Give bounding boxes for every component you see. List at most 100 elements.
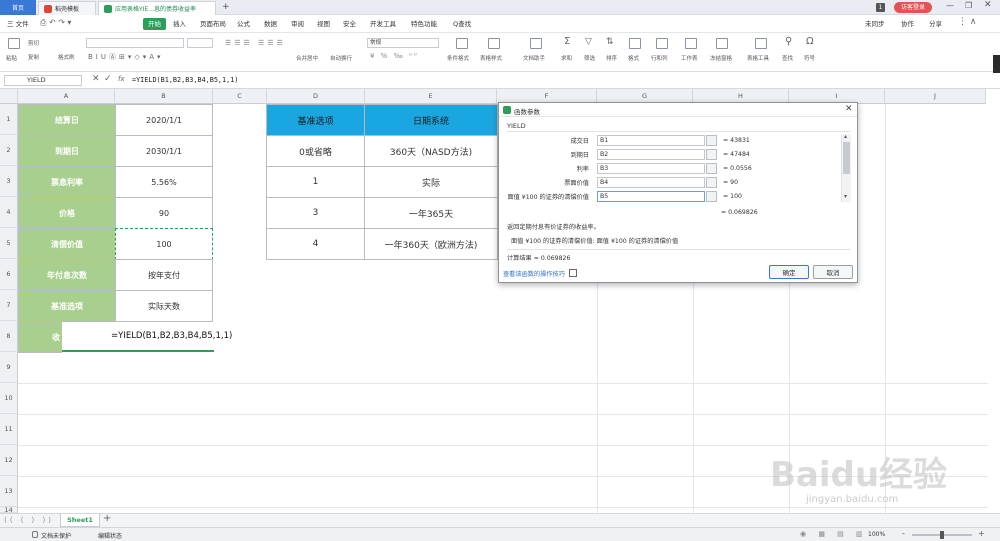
cell-b3[interactable]: 5.56%: [115, 166, 213, 198]
merge-button[interactable]: 合并居中: [296, 54, 318, 62]
menu-formula[interactable]: 公式: [234, 18, 253, 30]
cell-a4[interactable]: 价格: [18, 197, 116, 229]
rowcol-button[interactable]: 行和列: [651, 54, 668, 62]
table-style-icon[interactable]: [488, 38, 500, 49]
range-picker-icon[interactable]: [706, 176, 717, 188]
align-icons[interactable]: ☰☰☰ ☰☰☰: [225, 39, 286, 47]
table-style-button[interactable]: 表格样式: [480, 54, 502, 62]
menu-developer[interactable]: 开发工具: [367, 18, 399, 30]
minimize-icon[interactable]: —: [946, 1, 954, 10]
file-menu[interactable]: 三 文件: [4, 18, 32, 30]
format-button[interactable]: 格式: [628, 54, 639, 62]
search-box[interactable]: Q查找: [450, 18, 474, 30]
scroll-down-icon[interactable]: ▾: [844, 193, 847, 200]
sort-button[interactable]: 排序: [606, 54, 617, 62]
row-header-4[interactable]: 4: [0, 197, 18, 228]
cancel-button[interactable]: 取消: [813, 265, 853, 279]
cell-a7[interactable]: 基准选项: [18, 290, 116, 322]
symbol-button[interactable]: 符号: [804, 54, 815, 62]
cancel-formula-icon[interactable]: ✕: [92, 74, 100, 84]
cell-d3[interactable]: 1: [266, 166, 365, 198]
menu-page-layout[interactable]: 页面布局: [197, 18, 229, 30]
menu-view[interactable]: 视图: [314, 18, 333, 30]
menu-security[interactable]: 安全: [340, 18, 359, 30]
add-sheet-button[interactable]: +: [103, 513, 111, 524]
row-header-13[interactable]: 13: [0, 476, 18, 507]
scrollbar-thumb[interactable]: [843, 142, 850, 174]
range-picker-icon[interactable]: [706, 162, 717, 174]
font-name-select[interactable]: [86, 38, 184, 48]
table-header-date-system[interactable]: 日期系统: [364, 104, 498, 136]
close-icon[interactable]: ✕: [984, 0, 992, 10]
video-icon[interactable]: [569, 269, 577, 277]
protect-status[interactable]: 文档未保护: [41, 531, 71, 540]
cell-a2[interactable]: 到期日: [18, 135, 116, 167]
cell-d4[interactable]: 3: [266, 197, 365, 229]
cell-a1[interactable]: 结算日: [18, 104, 116, 136]
range-picker-icon[interactable]: [706, 148, 717, 160]
share-button[interactable]: 分享: [926, 18, 945, 30]
filter-button[interactable]: 筛选: [584, 54, 595, 62]
number-format-icons[interactable]: ¥ % ‰ ⁰⁰: [370, 52, 419, 60]
cell-b1[interactable]: 2020/1/1: [115, 104, 213, 136]
row-header-8[interactable]: 8: [0, 321, 18, 352]
freeze-icon[interactable]: [716, 38, 728, 49]
fx-icon[interactable]: fx: [118, 75, 125, 83]
cell-b7[interactable]: 实际天数: [115, 290, 213, 322]
cell-a6[interactable]: 年付息次数: [18, 259, 116, 291]
symbol-icon[interactable]: Ω: [806, 36, 814, 47]
sheet-nav-icons[interactable]: ⟨⟨ ⟨ ⟩ ⟩⟩: [4, 516, 54, 524]
tab-template[interactable]: 稻壳模板: [38, 1, 96, 15]
row-header-12[interactable]: 12: [0, 445, 18, 476]
col-header-e[interactable]: E: [365, 89, 497, 104]
doc-helper-icon[interactable]: [530, 38, 542, 49]
args-scrollbar[interactable]: ▴ ▾: [841, 133, 851, 202]
col-header-d[interactable]: D: [267, 89, 365, 104]
help-link[interactable]: 查看该函数的操作技巧: [503, 269, 565, 278]
doc-helper-button[interactable]: 文档助手: [523, 54, 545, 62]
cell-a3[interactable]: 票息利率: [18, 166, 116, 198]
row-header-2[interactable]: 2: [0, 135, 18, 166]
cell-d2[interactable]: 0或省略: [266, 135, 365, 167]
zoom-out-button[interactable]: -: [902, 529, 905, 538]
name-box[interactable]: YIELD: [4, 75, 82, 86]
more-icon[interactable]: ⋮ ∧: [958, 17, 976, 27]
row-header-6[interactable]: 6: [0, 259, 18, 290]
cell-b4[interactable]: 90: [115, 197, 213, 229]
row-header-7[interactable]: 7: [0, 290, 18, 321]
number-format-select[interactable]: 常规: [367, 38, 439, 48]
cell-b6[interactable]: 按年支付: [115, 259, 213, 291]
arg-input-settlement[interactable]: B1: [597, 134, 705, 146]
paste-icon[interactable]: [8, 38, 20, 49]
tab-home[interactable]: 首页: [0, 0, 36, 15]
col-header-a[interactable]: A: [18, 89, 115, 104]
table-header-basis[interactable]: 基准选项: [266, 104, 365, 136]
zoom-level[interactable]: 100%: [868, 531, 885, 538]
menu-start[interactable]: 开始: [143, 18, 166, 30]
arg-input-redemption[interactable]: B5: [597, 190, 705, 202]
cell-a5[interactable]: 清偿价值: [18, 228, 116, 260]
maximize-icon[interactable]: ❐: [965, 1, 972, 10]
cond-format-icon[interactable]: [456, 38, 468, 49]
menu-review[interactable]: 审阅: [288, 18, 307, 30]
font-size-select[interactable]: [187, 38, 213, 48]
select-all-corner[interactable]: [0, 89, 18, 104]
sum-icon[interactable]: Σ: [564, 36, 570, 47]
badge[interactable]: 1: [876, 3, 885, 12]
cell-d5[interactable]: 4: [266, 228, 365, 260]
zoom-slider[interactable]: [912, 531, 972, 539]
table-tools-icon[interactable]: [755, 38, 767, 49]
cut-button[interactable]: 剪切: [28, 39, 39, 47]
arg-input-price[interactable]: B4: [597, 176, 705, 188]
cell-b2[interactable]: 2030/1/1: [115, 135, 213, 167]
dialog-close-icon[interactable]: ✕: [845, 104, 853, 114]
arg-input-maturity[interactable]: B2: [597, 148, 705, 160]
freeze-button[interactable]: 冻结窗格: [710, 54, 732, 62]
wrap-button[interactable]: 自动换行: [330, 54, 352, 62]
col-header-b[interactable]: B: [115, 89, 213, 104]
menu-data[interactable]: 数据: [261, 18, 280, 30]
cond-format-button[interactable]: 条件格式: [447, 54, 469, 62]
filter-icon[interactable]: ▽: [585, 37, 592, 47]
row-header-10[interactable]: 10: [0, 383, 18, 414]
sort-icon[interactable]: ⇅: [606, 37, 614, 47]
